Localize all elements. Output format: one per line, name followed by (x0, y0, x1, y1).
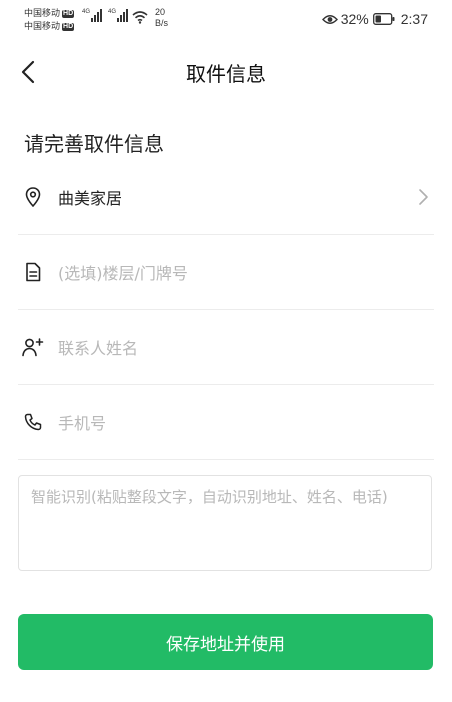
chevron-right-icon (419, 189, 428, 205)
speed-value: 20 (155, 7, 166, 17)
signal-icon: 4G 4G (82, 9, 134, 22)
address-value: 曲美家居 (58, 189, 123, 208)
carrier-name-2: 中国移动 (24, 21, 61, 31)
clock: 2:37 (400, 11, 428, 27)
phone-icon (24, 413, 42, 431)
floor-input[interactable]: (选填)楼层/门牌号 (58, 260, 434, 284)
smart-recognize-placeholder: 智能识别(粘贴整段文字，自动识别地址、姓名、电话) (31, 488, 388, 506)
save-address-button[interactable]: 保存地址并使用 (18, 614, 433, 670)
smart-recognize-textarea[interactable]: 智能识别(粘贴整段文字，自动识别地址、姓名、电话) (18, 475, 432, 571)
page-title: 取件信息 (186, 62, 266, 86)
eye-icon (321, 14, 338, 24)
location-pin-icon (25, 187, 41, 207)
nav-bar: 取件信息 (0, 44, 452, 100)
status-right: 32% 2:37 (321, 11, 428, 27)
signal-label-1: 4G (82, 9, 91, 15)
pickup-info-page: 中国移动 HD 中国移动 HD 4G 4G 20 B/s 32% 2:37 取件… (0, 0, 452, 702)
signal-label-2: 4G (108, 9, 117, 15)
add-person-icon (22, 338, 44, 357)
hd-badge-2: HD (62, 22, 75, 31)
carrier-name-1: 中国移动 (24, 8, 61, 18)
wifi-icon (132, 11, 148, 24)
hd-badge-1: HD (62, 9, 75, 18)
battery-icon (372, 13, 395, 25)
document-icon (26, 262, 41, 282)
address-row[interactable]: 曲美家居 (18, 160, 434, 235)
network-speed: 20 B/s (155, 7, 168, 29)
battery-percent: 32% (340, 11, 369, 27)
section-title: 请完善取件信息 (24, 132, 164, 156)
contact-name-input[interactable]: 联系人姓名 (58, 335, 434, 359)
contact-name-row[interactable]: 联系人姓名 (18, 310, 434, 385)
phone-input[interactable]: 手机号 (58, 410, 434, 434)
phone-row[interactable]: 手机号 (18, 385, 434, 460)
status-bar: 中国移动 HD 中国移动 HD 4G 4G 20 B/s 32% 2:37 (0, 0, 452, 40)
floor-row[interactable]: (选填)楼层/门牌号 (18, 235, 434, 310)
carrier-info: 中国移动 HD 中国移动 HD (24, 7, 75, 33)
speed-unit: B/s (155, 18, 169, 28)
